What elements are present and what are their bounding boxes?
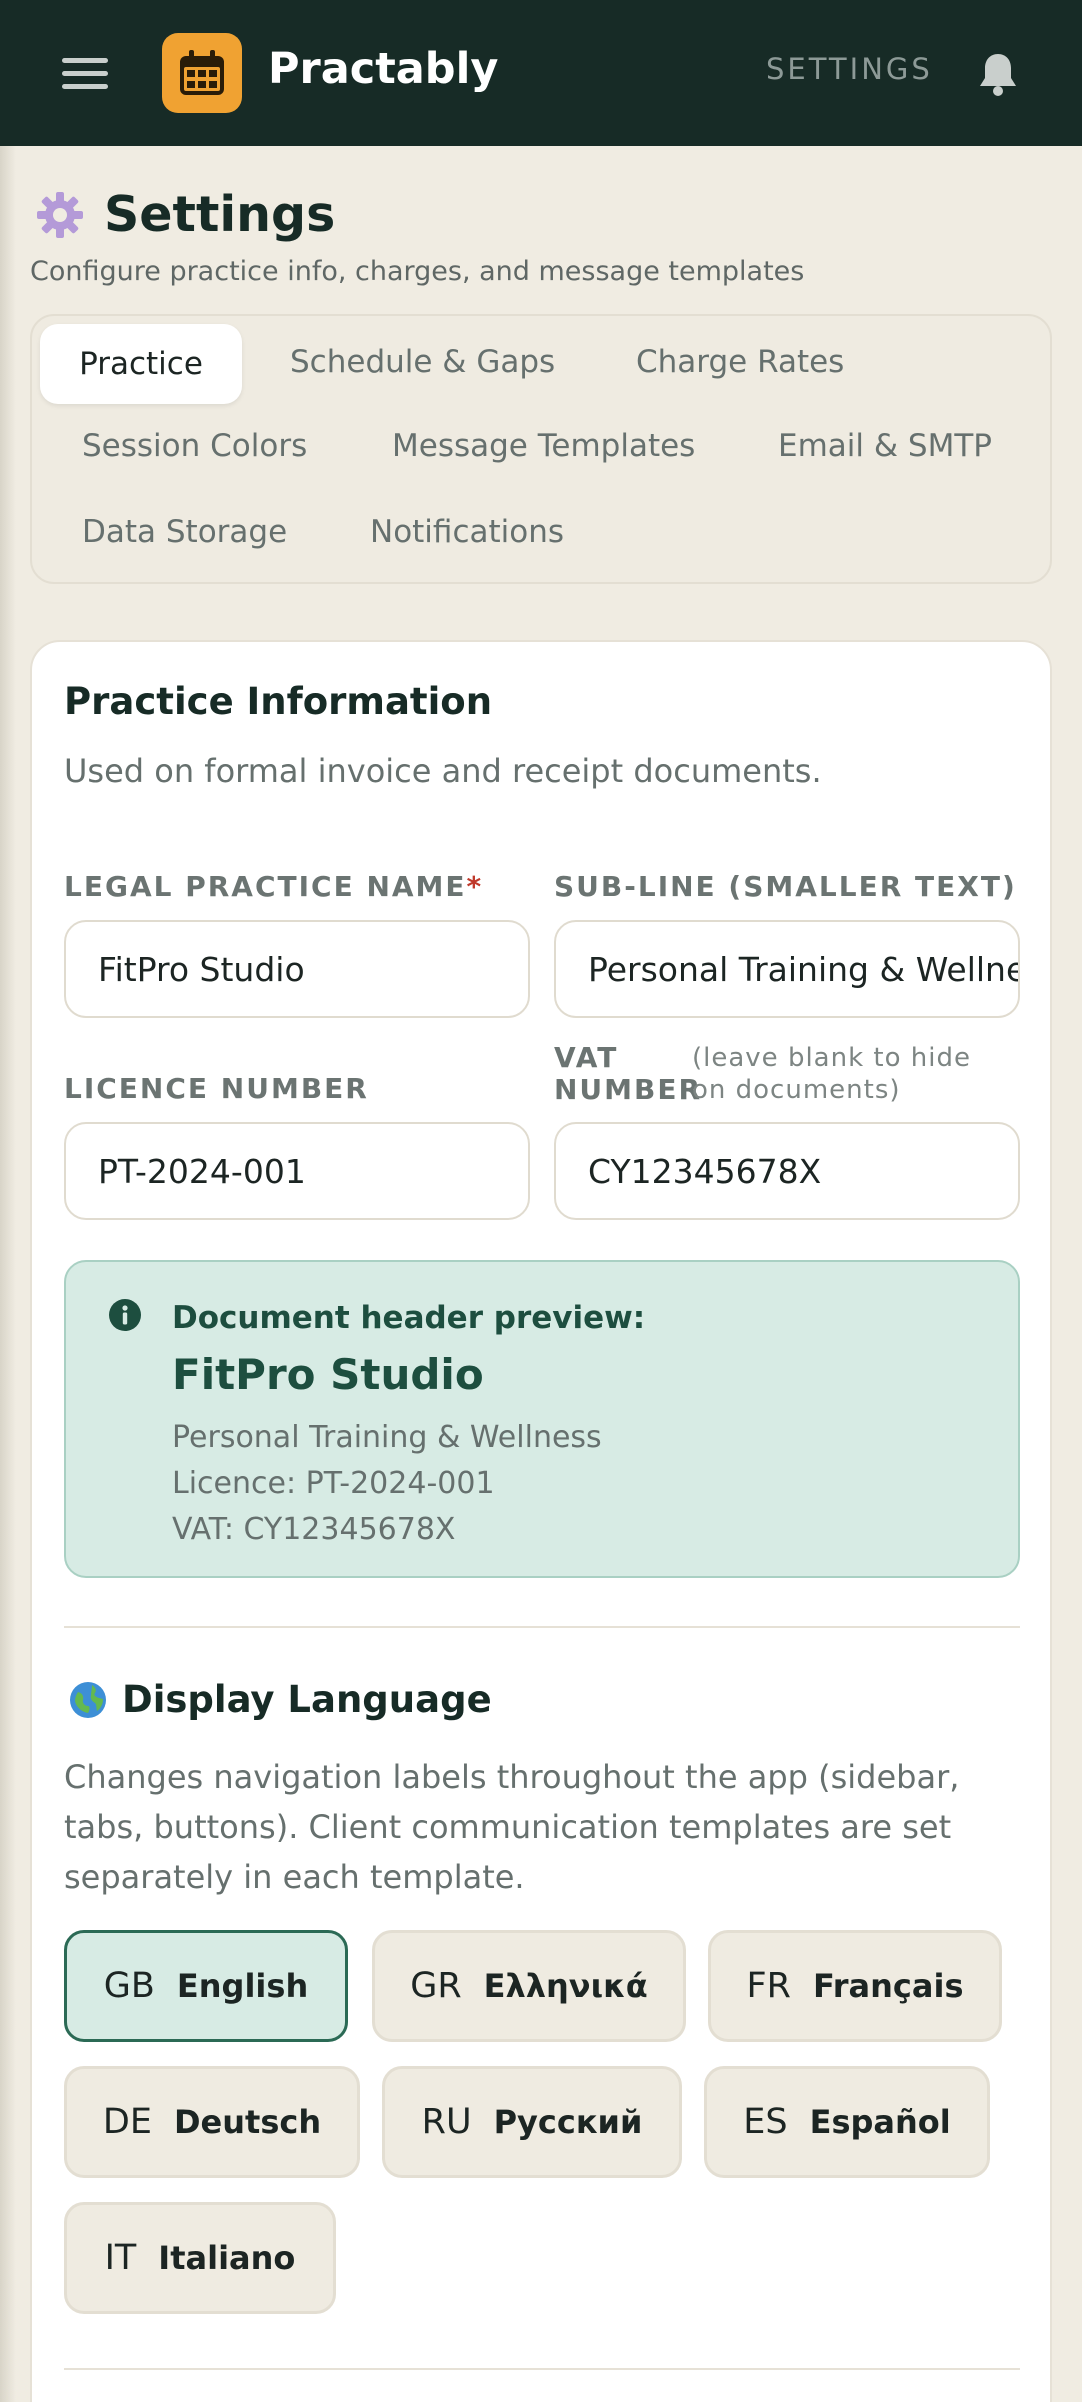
tab-practice[interactable]: Practice: [40, 324, 242, 404]
globe-icon: [70, 1682, 106, 1718]
practice-settings-card: Practice Information Used on formal invo…: [30, 640, 1052, 2402]
language-code: RU: [421, 2102, 472, 2142]
practice-info-description: Used on formal invoice and receipt docum…: [64, 752, 822, 790]
licence-input[interactable]: PT-2024-001: [64, 1122, 530, 1220]
language-option-russian[interactable]: RU Русский: [382, 2066, 682, 2178]
required-mark: *: [466, 870, 484, 903]
tab-data-storage[interactable]: Data Storage: [82, 514, 287, 550]
section-divider: [64, 2368, 1020, 2370]
hamburger-icon[interactable]: [62, 58, 108, 90]
preview-licence: Licence: PT-2024-001: [172, 1466, 495, 1501]
tab-charge-rates[interactable]: Charge Rates: [636, 344, 844, 380]
calendar-icon: [180, 50, 224, 95]
top-bar: Practably SETTINGS: [0, 0, 1082, 146]
page-edge-shadow: [0, 146, 16, 2402]
tab-email-smtp[interactable]: Email & SMTP: [778, 428, 992, 464]
language-code: FR: [746, 1966, 791, 2006]
language-name: Français: [812, 1967, 964, 2005]
tab-session-colors[interactable]: Session Colors: [82, 428, 307, 464]
tab-notifications[interactable]: Notifications: [370, 514, 564, 550]
display-language-description: Changes navigation labels throughout the…: [64, 1758, 960, 1896]
tab-schedule-gaps[interactable]: Schedule & Gaps: [290, 344, 555, 380]
page-title-row: Settings: [34, 186, 335, 243]
language-code: IT: [104, 2238, 137, 2278]
preview-vat: VAT: CY12345678X: [172, 1512, 456, 1547]
language-option-spanish[interactable]: ES Español: [704, 2066, 990, 2178]
language-option-greek[interactable]: GR Ελληνικά: [372, 1930, 686, 2042]
language-option-german[interactable]: DE Deutsch: [64, 2066, 360, 2178]
language-name: Español: [809, 2103, 951, 2141]
language-name: Deutsch: [173, 2103, 322, 2141]
language-code: ES: [743, 2102, 788, 2142]
page-title: Settings: [104, 186, 336, 243]
section-divider: [64, 1626, 1020, 1628]
language-option-italian[interactable]: IT Italiano: [64, 2202, 336, 2314]
settings-tabs: Practice Schedule & Gaps Charge Rates Se…: [30, 314, 1052, 584]
vat-label: VAT NUMBER: [554, 1041, 703, 1106]
nav-settings-link[interactable]: SETTINGS: [766, 52, 933, 86]
language-name: Русский: [493, 2103, 643, 2141]
licence-label: LICENCE NUMBER: [64, 1072, 369, 1105]
vat-input[interactable]: CY12345678X: [554, 1122, 1020, 1220]
display-language-title: Display Language: [122, 1678, 492, 1721]
language-code: GB: [103, 1966, 155, 2006]
preview-practice-name: FitPro Studio: [172, 1350, 484, 1399]
vat-hint: (leave blank to hide on documents): [692, 1043, 971, 1105]
legal-name-label: LEGAL PRACTICE NAME*: [64, 870, 484, 903]
language-option-english[interactable]: GB English: [64, 1930, 348, 2042]
preview-label: Document header preview:: [172, 1300, 646, 1336]
sub-line-input[interactable]: Personal Training & Wellness: [554, 920, 1020, 1018]
bell-icon[interactable]: [976, 50, 1020, 98]
practice-info-title: Practice Information: [64, 680, 493, 723]
language-code: GR: [410, 1966, 462, 2006]
logo[interactable]: [162, 33, 242, 113]
gear-icon: [37, 191, 83, 238]
page-subtitle: Configure practice info, charges, and me…: [30, 256, 805, 287]
preview-sub-line: Personal Training & Wellness: [172, 1420, 602, 1455]
info-icon: [109, 1299, 141, 1331]
brand-name[interactable]: Practably: [268, 44, 498, 94]
language-name: English: [176, 1967, 309, 2005]
sub-line-label: SUB-LINE (SMALLER TEXT): [554, 870, 1017, 903]
legal-name-input[interactable]: FitPro Studio: [64, 920, 530, 1018]
language-name: Ελληνικά: [483, 1967, 648, 2005]
language-option-french[interactable]: FR Français: [708, 1930, 1002, 2042]
language-name: Italiano: [158, 2239, 296, 2277]
tab-message-templates[interactable]: Message Templates: [392, 428, 695, 464]
document-header-preview: Document header preview: FitPro Studio P…: [64, 1260, 1020, 1578]
language-code: DE: [102, 2102, 152, 2142]
